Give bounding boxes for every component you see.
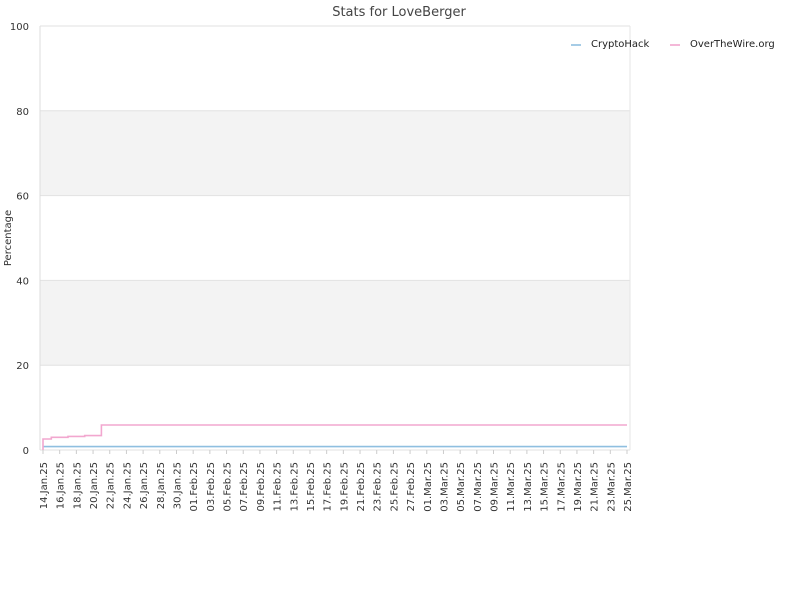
x-tick-label: 03.Mar.25 [439,462,450,512]
x-tick-label: 23.Mar.25 [606,462,617,512]
x-tick-label: 22.Jan.25 [106,462,117,509]
x-tick-label: 11.Mar.25 [506,462,517,512]
x-tick-label: 27.Feb.25 [406,462,417,512]
x-tick-label: 20.Jan.25 [89,462,100,509]
x-tick-label: 19.Feb.25 [339,462,350,512]
y-tick-label: 60 [16,192,29,203]
x-tick-label: 24.Jan.25 [122,462,133,509]
x-tick-label: 18.Jan.25 [72,462,83,509]
x-tick-label: 14.Jan.25 [39,462,50,509]
x-tick-label: 21.Mar.25 [590,462,601,512]
y-tick-label: 80 [16,107,29,118]
x-tick-label: 13.Feb.25 [289,462,300,512]
legend-label: OverTheWire.org [690,39,775,50]
x-tick-label: 05.Feb.25 [223,462,234,512]
x-tick-label: 23.Feb.25 [373,462,384,512]
grid-band [40,110,630,196]
x-tick-label: 05.Mar.25 [456,462,467,512]
grid-band [40,365,630,450]
line-chart: Stats for LoveBerger 0 20 40 60 80 100 14.Jan… [3,5,775,512]
y-tick-label: 20 [16,361,29,372]
x-tick-label: 30.Jan.25 [172,462,183,509]
x-tick-label: 28.Jan.25 [156,462,167,509]
x-tick-label: 01.Mar.25 [423,462,434,512]
x-tick-label: 03.Feb.25 [206,462,217,512]
x-tick-label: 25.Feb.25 [389,462,400,512]
x-tick-label: 15.Feb.25 [306,462,317,512]
x-tick-label: 09.Feb.25 [256,462,267,512]
x-tick-label: 13.Mar.25 [523,462,534,512]
x-tick-label: 16.Jan.25 [56,462,67,509]
y-tick-label: 100 [10,22,29,33]
legend: CryptoHack OverTheWire.org [571,39,775,50]
grid-band [40,280,630,366]
x-tick-label: 07.Mar.25 [473,462,484,512]
grid-band [40,26,630,111]
x-tick-label: 15.Mar.25 [540,462,551,512]
x-tick-label: 07.Feb.25 [239,462,250,512]
grid-bands [40,26,630,450]
x-tick-label: 21.Feb.25 [356,462,367,512]
x-tick-label: 01.Feb.25 [189,462,200,512]
x-tick-label: 17.Mar.25 [556,462,567,512]
x-tick-label: 17.Feb.25 [323,462,334,512]
chart-title: Stats for LoveBerger [332,5,466,20]
x-axis-ticks: 14.Jan.25 16.Jan.25 18.Jan.25 20.Jan.25 22.J… [39,450,634,512]
x-tick-label: 09.Mar.25 [490,462,501,512]
grid-band [40,195,630,281]
y-axis-label: Percentage [3,210,14,266]
y-tick-label: 0 [23,446,29,457]
legend-label: CryptoHack [591,39,650,50]
x-tick-label: 11.Feb.25 [273,462,284,512]
x-tick-label: 19.Mar.25 [573,462,584,512]
y-tick-label: 40 [16,276,29,287]
x-tick-label: 26.Jan.25 [139,462,150,509]
x-tick-label: 25.Mar.25 [623,462,634,512]
